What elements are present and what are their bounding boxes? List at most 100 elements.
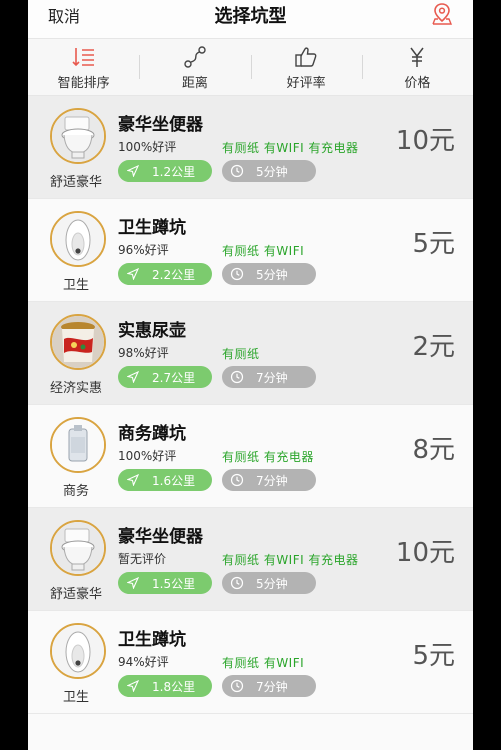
filter-label: 距离 — [181, 75, 208, 91]
stall-image — [50, 417, 106, 473]
list-item[interactable]: 经济实惠 实惠尿壶 98%好评 有厕纸 2.7公里 7分钟 2元 — [28, 302, 473, 405]
time-value: 5分钟 — [256, 267, 288, 282]
stall-rating: 100%好评 — [118, 140, 177, 154]
stall-image — [50, 623, 106, 679]
navigation-arrow-icon — [126, 267, 140, 281]
distance-value: 1.2公里 — [152, 164, 196, 179]
stall-image — [50, 108, 106, 164]
sort-icon — [71, 44, 97, 70]
filter-smart-sort[interactable]: 智能排序 — [28, 39, 139, 95]
list-item[interactable]: 商务 商务蹲坑 100%好评 有厕纸 有充电器 1.6公里 7分钟 8元 — [28, 405, 473, 508]
distance-value: 2.7公里 — [152, 370, 196, 385]
time-badge: 7分钟 — [222, 675, 316, 697]
map-location-icon[interactable] — [429, 1, 455, 27]
stall-price: 8元 — [412, 435, 455, 465]
list-item[interactable]: 卫生 卫生蹲坑 96%好评 有厕纸 有WIFI 2.2公里 5分钟 5元 — [28, 199, 473, 302]
filter-rating[interactable]: 好评率 — [250, 39, 362, 95]
stall-list: 舒适豪华 豪华坐便器 100%好评 有厕纸 有WIFI 有充电器 1.2公里 5… — [28, 96, 473, 714]
stall-price: 5元 — [412, 229, 455, 259]
navigation-arrow-icon — [126, 164, 140, 178]
distance-value: 1.6公里 — [152, 473, 196, 488]
clock-icon — [230, 370, 244, 384]
distance-badge: 1.6公里 — [118, 469, 212, 491]
time-value: 7分钟 — [256, 473, 288, 488]
yen-icon — [404, 44, 430, 70]
stall-category: 卫生 — [62, 278, 89, 293]
list-item[interactable]: 舒适豪华 豪华坐便器 暂无评价 有厕纸 有WIFI 有充电器 1.5公里 5分钟… — [28, 508, 473, 611]
time-value: 5分钟 — [256, 164, 288, 179]
time-badge: 5分钟 — [222, 263, 316, 285]
stall-name: 卫生蹲坑 — [118, 630, 186, 650]
time-badge: 7分钟 — [222, 366, 316, 388]
stall-name: 豪华坐便器 — [118, 115, 203, 135]
route-icon — [182, 44, 208, 70]
stall-rating: 94%好评 — [118, 655, 169, 669]
toilet-roll-image — [52, 419, 104, 471]
navigation-arrow-icon — [126, 370, 140, 384]
stall-category: 商务 — [62, 484, 89, 499]
chamber-pot-image — [52, 316, 104, 368]
stall-amenities: 有厕纸 有WIFI 有充电器 — [222, 141, 359, 155]
stall-price: 5元 — [412, 641, 455, 671]
navigation-bar: 取消 选择坑型 — [28, 0, 473, 38]
stall-rating: 100%好评 — [118, 449, 177, 463]
toilet-image — [52, 522, 104, 574]
stall-category: 卫生 — [62, 690, 89, 705]
stall-rating: 96%好评 — [118, 243, 169, 257]
stall-name: 卫生蹲坑 — [118, 218, 186, 238]
time-value: 7分钟 — [256, 370, 288, 385]
stall-name: 实惠尿壶 — [118, 321, 186, 341]
filter-label: 价格 — [404, 75, 431, 91]
stall-name: 豪华坐便器 — [118, 527, 203, 547]
filter-price[interactable]: 价格 — [361, 39, 473, 95]
time-badge: 7分钟 — [222, 469, 316, 491]
stall-image — [50, 211, 106, 267]
stall-amenities: 有厕纸 有WIFI — [222, 656, 305, 670]
filter-label: 好评率 — [286, 75, 326, 91]
stall-amenities: 有厕纸 有WIFI 有充电器 — [222, 553, 359, 567]
phone-screen: 取消 选择坑型 智能排序 距离 好评率 价格 舒适豪华 豪华坐便器 100%好评… — [28, 0, 473, 750]
stall-price: 10元 — [395, 538, 455, 568]
filter-bar: 智能排序 距离 好评率 价格 — [28, 38, 473, 96]
stall-image — [50, 520, 106, 576]
stall-category: 舒适豪华 — [49, 175, 102, 190]
stall-price: 2元 — [412, 332, 455, 362]
navigation-arrow-icon — [126, 473, 140, 487]
time-value: 5分钟 — [256, 576, 288, 591]
clock-icon — [230, 576, 244, 590]
squat-toilet-image — [52, 625, 104, 677]
stall-image — [50, 314, 106, 370]
navigation-arrow-icon — [126, 679, 140, 693]
time-value: 7分钟 — [256, 679, 288, 694]
clock-icon — [230, 267, 244, 281]
list-item[interactable]: 舒适豪华 豪华坐便器 100%好评 有厕纸 有WIFI 有充电器 1.2公里 5… — [28, 96, 473, 199]
distance-badge: 1.8公里 — [118, 675, 212, 697]
stall-rating: 98%好评 — [118, 346, 169, 360]
page-title: 选择坑型 — [214, 6, 287, 27]
distance-value: 1.8公里 — [152, 679, 196, 694]
stall-amenities: 有厕纸 — [222, 347, 260, 361]
distance-badge: 1.5公里 — [118, 572, 212, 594]
stall-amenities: 有厕纸 有WIFI — [222, 244, 305, 258]
clock-icon — [230, 164, 244, 178]
distance-value: 1.5公里 — [152, 576, 196, 591]
thumbs-up-icon — [293, 44, 319, 70]
list-item[interactable]: 卫生 卫生蹲坑 94%好评 有厕纸 有WIFI 1.8公里 7分钟 5元 — [28, 611, 473, 714]
toilet-image — [52, 110, 104, 162]
stall-rating: 暂无评价 — [118, 552, 167, 566]
stall-price: 10元 — [395, 126, 455, 156]
stall-name: 商务蹲坑 — [118, 424, 186, 444]
navigation-arrow-icon — [126, 576, 140, 590]
filter-label: 智能排序 — [57, 75, 110, 91]
time-badge: 5分钟 — [222, 572, 316, 594]
stall-category: 舒适豪华 — [49, 587, 102, 602]
filter-distance[interactable]: 距离 — [139, 39, 250, 95]
time-badge: 5分钟 — [222, 160, 316, 182]
stall-amenities: 有厕纸 有充电器 — [222, 450, 314, 464]
stall-category: 经济实惠 — [49, 381, 102, 396]
clock-icon — [230, 473, 244, 487]
distance-value: 2.2公里 — [152, 267, 196, 282]
clock-icon — [230, 679, 244, 693]
distance-badge: 1.2公里 — [118, 160, 212, 182]
distance-badge: 2.2公里 — [118, 263, 212, 285]
